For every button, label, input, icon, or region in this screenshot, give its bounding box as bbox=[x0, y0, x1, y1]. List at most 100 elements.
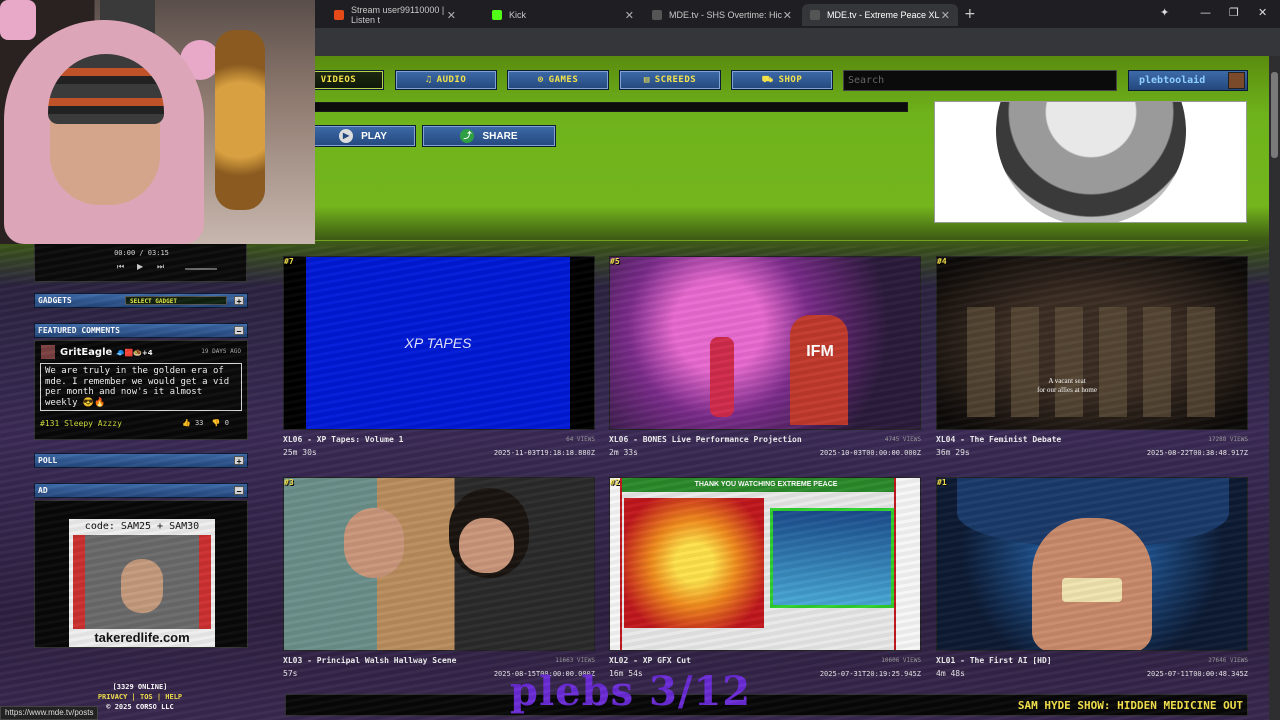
sparkle-icon[interactable]: ✦ bbox=[1160, 6, 1169, 19]
expand-icon[interactable]: + bbox=[234, 456, 244, 466]
close-tab-icon[interactable]: ✕ bbox=[625, 9, 634, 22]
ad-image[interactable]: code: SAM25 + SAM30 takeredlife.com bbox=[69, 519, 215, 647]
collapse-icon[interactable]: − bbox=[234, 486, 244, 496]
performer-figure bbox=[790, 315, 848, 425]
nav-label: SHOP bbox=[778, 75, 803, 85]
fire-figure bbox=[624, 498, 764, 628]
play-button[interactable]: ▶ PLAY bbox=[310, 125, 416, 147]
nav-games[interactable]: ⊙ GAMES bbox=[507, 70, 609, 90]
username: plebtoolaid bbox=[1139, 75, 1206, 86]
view-count: 27646 VIEWS bbox=[1208, 657, 1248, 664]
nav-label: AUDIO bbox=[436, 75, 467, 85]
video-duration: 57s bbox=[283, 669, 298, 678]
video-date: 2025-10-03T00:00:00.000Z bbox=[819, 449, 921, 457]
teeth bbox=[1062, 578, 1122, 602]
tab-stream[interactable]: Stream user99110000 | Listen t ✕ bbox=[326, 4, 464, 26]
video-duration: 25m 30s bbox=[283, 448, 317, 457]
next-icon[interactable]: ⏭ bbox=[157, 262, 164, 272]
view-count: 10606 VIEWS bbox=[881, 657, 921, 664]
nav-label: GAMES bbox=[548, 75, 579, 85]
new-tab-icon[interactable]: + bbox=[964, 6, 976, 22]
ad-panel-header: AD − bbox=[34, 483, 248, 498]
thumbs-down-icon[interactable]: 👎 bbox=[212, 419, 221, 427]
panel-people bbox=[967, 307, 1217, 417]
thumbnail-text: A vacant seat for our allies at home bbox=[1037, 377, 1097, 394]
video-title[interactable]: XL02 - XP GFX Cut bbox=[609, 656, 691, 665]
rank-badge: #1 bbox=[937, 478, 947, 487]
play-icon[interactable]: ▶ bbox=[137, 262, 143, 271]
video-thumbnail[interactable] bbox=[936, 477, 1248, 651]
gadgets-panel-header: GADGETS SELECT GADGET + bbox=[34, 293, 248, 308]
share-button[interactable]: ⤴ SHARE bbox=[422, 125, 556, 147]
video-thumbnail[interactable]: IFM bbox=[609, 256, 921, 430]
ad-panel: code: SAM25 + SAM30 takeredlife.com bbox=[34, 500, 248, 648]
online-count: [3329 ONLINE] bbox=[112, 683, 168, 691]
scrollbar-thumb[interactable] bbox=[1271, 72, 1278, 158]
collapse-icon[interactable]: − bbox=[234, 326, 244, 336]
volume-slider[interactable] bbox=[185, 268, 217, 270]
select-gadget-dropdown[interactable]: SELECT GADGET bbox=[125, 296, 227, 305]
video-title[interactable]: XL04 - The Feminist Debate bbox=[936, 435, 1061, 444]
search-input[interactable]: Search bbox=[843, 70, 1117, 91]
comment-author[interactable]: GritEagle 🧢🟥🧆+4 bbox=[41, 345, 153, 359]
user-badges: 🧢🟥🧆+4 bbox=[115, 349, 153, 357]
share-icon: ⤴ bbox=[460, 129, 475, 143]
close-tab-icon[interactable]: ✕ bbox=[941, 9, 950, 22]
comment-rank[interactable]: #131 Sleepy Azzzy bbox=[40, 419, 122, 428]
comment-age: 19 DAYS AGO bbox=[201, 348, 241, 355]
user-avatar bbox=[1228, 72, 1245, 89]
favicon-icon bbox=[810, 10, 820, 20]
minimize-icon[interactable]: — bbox=[1200, 6, 1211, 19]
nav-audio[interactable]: ♫ AUDIO bbox=[395, 70, 497, 90]
close-window-icon[interactable]: ✕ bbox=[1258, 6, 1267, 19]
page-scrollbar[interactable] bbox=[1269, 56, 1280, 720]
view-count: 17288 VIEWS bbox=[1208, 436, 1248, 443]
video-date: 2025-08-22T00:38:48.917Z bbox=[1146, 449, 1248, 457]
nav-label: SCREEDS bbox=[654, 75, 697, 85]
video-thumbnail[interactable]: A vacant seat for our allies at home bbox=[936, 256, 1248, 430]
nav-shop[interactable]: ⛟ SHOP bbox=[731, 70, 833, 90]
news-ticker[interactable]: SAM HYDE SHOW: HIDDEN MEDICINE OUT bbox=[285, 694, 1248, 716]
footer-links[interactable]: PRIVACY | TOS | HELP bbox=[70, 692, 210, 702]
video-thumbnail[interactable]: XP TAPES bbox=[283, 256, 595, 430]
featured-banner[interactable] bbox=[934, 101, 1247, 223]
nav-screeds[interactable]: ▤ SCREEDS bbox=[619, 70, 721, 90]
video-thumbnail[interactable] bbox=[283, 477, 595, 651]
video-duration: 36m 29s bbox=[936, 448, 970, 457]
expand-icon[interactable]: + bbox=[234, 296, 244, 306]
close-tab-icon[interactable]: ✕ bbox=[783, 9, 792, 22]
divider bbox=[250, 240, 1248, 241]
comment-votes: 👍 33 👎 0 bbox=[182, 419, 229, 427]
comment-text: We are truly in the golden era of mde. I… bbox=[40, 363, 242, 411]
tab-label: Stream user99110000 | Listen t bbox=[351, 5, 445, 25]
music-note-icon: ♫ bbox=[425, 75, 432, 85]
close-tab-icon[interactable]: ✕ bbox=[447, 9, 456, 22]
video-date: 2025-07-31T20:19:25.945Z bbox=[819, 670, 921, 678]
previous-icon[interactable]: ⏮ bbox=[117, 262, 124, 272]
video-title[interactable]: XL06 - XP Tapes: Volume 1 bbox=[283, 435, 403, 444]
band-photo bbox=[996, 102, 1186, 222]
maximize-icon[interactable]: ❐ bbox=[1229, 6, 1239, 19]
video-title[interactable]: XL03 - Principal Walsh Hallway Scene bbox=[283, 656, 456, 665]
featured-comments-header: FEATURED COMMENTS − bbox=[34, 323, 248, 338]
performer-figure bbox=[710, 337, 734, 417]
stream-overlay-text: plebs 3/12 bbox=[510, 668, 752, 715]
video-title[interactable]: XL06 - BONES Live Performance Projection bbox=[609, 435, 802, 444]
ticker-text: SAM HYDE SHOW: HIDDEN MEDICINE OUT bbox=[1017, 699, 1243, 712]
rank-badge: #4 bbox=[937, 257, 947, 266]
tab-mde-overtime[interactable]: MDE.tv - SHS Overtime: Hic ✕ bbox=[644, 4, 800, 26]
nav-label: VIDEOS bbox=[320, 75, 357, 85]
tab-mde-extreme-peace[interactable]: MDE.tv - Extreme Peace XL ✕ bbox=[802, 4, 958, 26]
tab-label: Kick bbox=[509, 10, 527, 20]
thumbs-up-icon[interactable]: 👍 bbox=[182, 419, 191, 427]
rank-badge: #5 bbox=[610, 257, 620, 266]
video-progress-bar[interactable] bbox=[250, 102, 908, 112]
webcam-overlay bbox=[0, 0, 315, 244]
play-icon: ▶ bbox=[339, 129, 354, 143]
video-thumbnail[interactable]: THANK YOU WATCHING EXTREME PEACE bbox=[609, 477, 921, 651]
featured-comment: GritEagle 🧢🟥🧆+4 19 DAYS AGO We are truly… bbox=[34, 340, 248, 440]
user-menu-button[interactable]: plebtoolaid bbox=[1128, 70, 1248, 91]
video-title[interactable]: XL01 - The First AI [HD] bbox=[936, 656, 1052, 665]
tab-label: MDE.tv - Extreme Peace XL bbox=[827, 10, 940, 20]
tab-kick[interactable]: Kick ✕ bbox=[484, 4, 642, 26]
